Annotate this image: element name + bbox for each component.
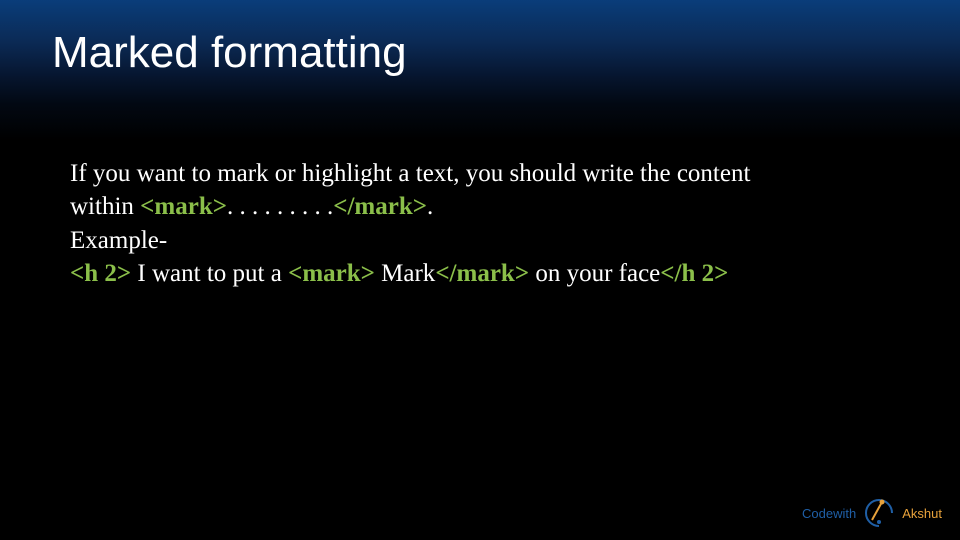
body-line-2: within <mark>. . . . . . . . .</mark>. [70,191,900,222]
brand-prefix: Codewith [802,506,856,521]
mark-open-tag-2: <mark> [288,260,375,287]
h2-close-tag: </h 2> [660,260,728,287]
brand-name: Akshut [902,506,942,521]
slide-body: If you want to mark or highlight a text,… [0,140,960,289]
mark-close-tag-2: </mark> [435,260,529,287]
brand-logo-icon [862,496,896,530]
mark-close-tag: </mark> [333,193,427,220]
example-code-line: <h 2> I want to put a <mark> Mark</mark>… [70,258,900,289]
example-text-3: on your face [529,260,660,287]
example-text-2: Mark [375,260,435,287]
h2-open-tag: <h 2> [70,260,131,287]
line2-dots: . . . . . . . . . [227,193,333,220]
title-band: Marked formatting [0,0,960,140]
line2-suffix: . [427,193,433,220]
example-label: Example- [70,225,900,256]
slide: Marked formatting If you want to mark or… [0,0,960,540]
line2-prefix: within [70,193,140,220]
slide-title: Marked formatting [52,28,960,78]
body-line-1: If you want to mark or highlight a text,… [70,158,900,189]
mark-open-tag: <mark> [140,193,227,220]
example-text-1: I want to put a [131,260,288,287]
brand-footer: Codewith Akshut [802,496,942,530]
